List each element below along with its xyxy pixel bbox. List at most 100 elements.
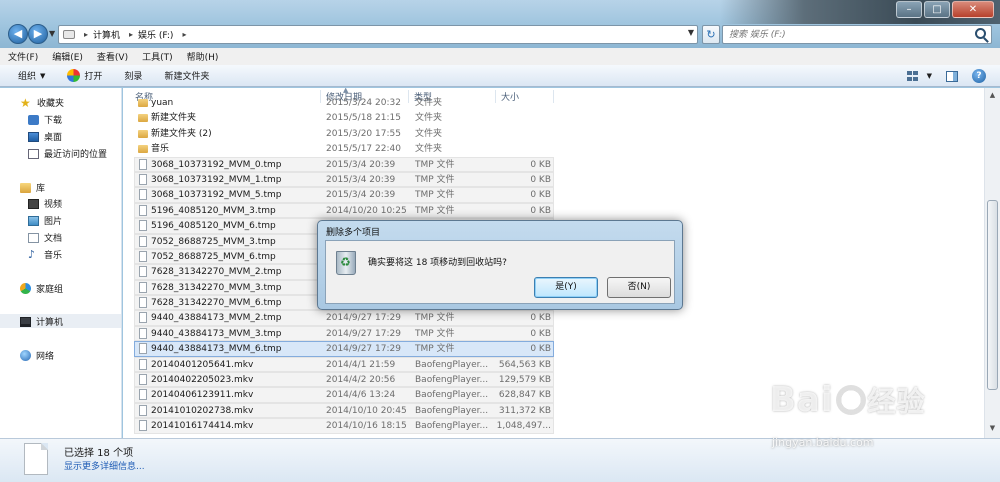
file-date: 2014/9/27 17:29 — [326, 344, 401, 355]
recent-pages-dropdown[interactable]: ▼ — [49, 29, 55, 38]
file-icon — [139, 189, 147, 201]
vertical-scrollbar[interactable]: ▲ ▼ — [984, 88, 1000, 438]
file-name: 7628_31342270_MVM_3.tmp — [151, 282, 282, 293]
address-dropdown[interactable]: ▼ — [688, 28, 694, 37]
sidebar-item-favorites[interactable]: ★ 收藏夹 — [20, 95, 64, 110]
file-date: 2014/4/2 20:56 — [326, 375, 396, 386]
table-row[interactable]: 3068_10373192_MVM_5.tmp 2015/3/4 20:39 TMP… — [134, 187, 554, 203]
chevron-right-icon[interactable]: ▸ — [84, 30, 88, 39]
search-input[interactable] — [723, 26, 963, 43]
maximize-button[interactable]: □ — [924, 1, 950, 18]
table-row[interactable]: 9440_43884173_MVM_3.tmp 2014/9/27 17:29 TM… — [134, 325, 554, 342]
file-name: 5196_4085120_MVM_6.tmp — [151, 221, 276, 232]
table-row[interactable]: 20141016174414.mkv 2014/10/16 18:15 Baofen… — [134, 418, 554, 434]
organize-button[interactable]: 组织 ▼ — [18, 69, 45, 83]
table-row[interactable]: 9440_43884173_MVM_2.tmp 2014/9/27 17:29 TM… — [134, 310, 554, 326]
sidebar-item-label: 计算机 — [36, 318, 64, 328]
menu-help[interactable]: 帮助(H) — [187, 50, 219, 63]
chevron-down-icon: ▼ — [926, 72, 932, 80]
menu-view[interactable]: 查看(V) — [97, 50, 128, 63]
library-icon — [20, 182, 31, 193]
file-type: BaofengPlayer... — [415, 359, 489, 370]
back-button[interactable]: ◀ — [8, 24, 28, 44]
navigation-pane: ★ 收藏夹 下载 桌面 最近访问的位置 库 视频 图片 文档 ♪ 音乐 家庭组 … — [0, 88, 122, 438]
sidebar-item-computer[interactable]: 计算机 — [20, 315, 63, 328]
show-more-details-link[interactable]: 显示更多详细信息... — [64, 459, 145, 472]
folder-icon — [138, 99, 148, 107]
scroll-down-icon[interactable]: ▼ — [987, 424, 998, 435]
forward-button[interactable]: ▶ — [28, 24, 48, 44]
table-row[interactable]: 5196_4085120_MVM_3.tmp 2014/10/20 10:25 TM… — [134, 202, 554, 219]
open-button[interactable]: 打开 — [67, 69, 102, 82]
recent-places-icon — [28, 148, 39, 159]
scroll-thumb[interactable] — [987, 200, 998, 390]
table-row[interactable]: 20140406123911.mkv 2014/4/6 13:24 BaofengP… — [134, 387, 554, 403]
file-type: TMP 文件 — [415, 190, 455, 201]
table-row[interactable]: 3068_10373192_MVM_1.tmp 2015/3/4 20:39 TMP… — [134, 171, 554, 188]
no-button[interactable]: 否(N) — [607, 277, 671, 298]
menu-tools[interactable]: 工具(T) — [142, 50, 173, 63]
burn-button[interactable]: 刻录 — [124, 69, 142, 82]
scroll-up-icon[interactable]: ▲ — [987, 91, 998, 102]
sidebar-item-pictures[interactable]: 图片 — [28, 214, 62, 227]
file-icon — [139, 158, 147, 170]
yes-button[interactable]: 是(Y) — [534, 277, 598, 298]
table-row[interactable]: 新建文件夹 (2) 2015/3/20 17:55 文件夹 — [134, 126, 554, 141]
sidebar-item-homegroup[interactable]: 家庭组 — [20, 282, 63, 295]
table-row[interactable]: 3068_10373192_MVM_0.tmp 2015/3/4 20:39 TMP… — [134, 156, 554, 172]
sidebar-item-libraries[interactable]: 库 — [20, 181, 45, 194]
file-size: 628,847 KB — [498, 390, 551, 401]
toolbar-right: ▼ ? — [906, 69, 986, 83]
homegroup-icon — [20, 283, 31, 294]
sidebar-item-label: 视频 — [44, 200, 63, 210]
minimize-button[interactable]: – — [896, 1, 922, 18]
file-name: 20141010202738.mkv — [151, 405, 254, 416]
help-icon[interactable]: ? — [972, 69, 986, 83]
table-row[interactable]: 音乐 2015/5/17 22:40 文件夹 — [134, 141, 554, 156]
address-bar[interactable]: ▸ 计算机 ▸ 娱乐 (F:) ▸ ▼ — [58, 25, 698, 44]
chevron-right-icon[interactable]: ▸ — [182, 30, 186, 39]
search-box[interactable] — [722, 25, 992, 44]
file-date: 2014/9/27 17:29 — [326, 328, 401, 339]
dialog-title: 删除多个项目 — [326, 228, 381, 238]
sidebar-item-documents[interactable]: 文档 — [28, 231, 62, 244]
sidebar-item-label: 音乐 — [44, 251, 63, 261]
preview-pane-icon[interactable] — [946, 70, 958, 82]
refresh-button[interactable]: ↻ — [702, 25, 720, 44]
sidebar-item-network[interactable]: 网络 — [20, 349, 54, 362]
new-folder-button[interactable]: 新建文件夹 — [164, 69, 209, 82]
sidebar-item-desktop[interactable]: 桌面 — [28, 130, 62, 143]
file-type: BaofengPlayer... — [415, 390, 489, 401]
sidebar-item-videos[interactable]: 视频 — [28, 197, 62, 210]
table-row[interactable]: 9440_43884173_MVM_6.tmp 2014/9/27 17:29 TM… — [134, 341, 554, 357]
file-name: 7052_8688725_MVM_3.tmp — [151, 236, 276, 247]
folder-icon — [138, 145, 148, 154]
search-icon[interactable] — [975, 28, 986, 39]
file-name: 音乐 — [151, 144, 170, 155]
chevron-right-icon[interactable]: ▸ — [129, 30, 133, 39]
table-row[interactable]: yuan 2015/3/24 20:32 文件夹 — [134, 95, 554, 110]
star-icon: ★ — [20, 95, 31, 110]
table-row[interactable]: 20140402205023.mkv 2014/4/2 20:56 BaofengP… — [134, 372, 554, 388]
file-name: 新建文件夹 (2) — [151, 128, 212, 139]
close-button[interactable]: ✕ — [952, 1, 994, 18]
change-view-button[interactable]: ▼ — [906, 71, 932, 81]
sidebar-item-music[interactable]: ♪ 音乐 — [28, 248, 62, 261]
sidebar-item-downloads[interactable]: 下载 — [28, 113, 62, 126]
menu-file[interactable]: 文件(F) — [8, 50, 38, 63]
breadcrumb-drive[interactable]: 娱乐 (F:) — [138, 28, 173, 41]
table-row[interactable]: 20140401205641.mkv 2014/4/1 21:59 BaofengP… — [134, 356, 554, 373]
delete-confirm-dialog: 删除多个项目 确实要将这 18 项移动到回收站吗? 是(Y) 否(N) — [317, 220, 683, 310]
sidebar-item-recent[interactable]: 最近访问的位置 — [28, 147, 107, 160]
recycle-bin-icon — [336, 251, 356, 275]
file-size: 129,579 KB — [498, 375, 551, 386]
file-size: 564,563 KB — [498, 359, 551, 370]
sidebar-item-label: 图片 — [44, 217, 63, 227]
menu-edit[interactable]: 编辑(E) — [52, 50, 83, 63]
file-date: 2014/4/6 13:24 — [326, 390, 396, 401]
table-row[interactable]: 新建文件夹 2015/5/18 21:15 文件夹 — [134, 110, 554, 125]
breadcrumb-computer[interactable]: 计算机 — [93, 28, 120, 41]
file-type: 文件夹 — [415, 128, 443, 139]
table-row[interactable]: 20141010202738.mkv 2014/10/10 20:45 Baofen… — [134, 402, 554, 419]
file-type: BaofengPlayer... — [415, 421, 489, 432]
